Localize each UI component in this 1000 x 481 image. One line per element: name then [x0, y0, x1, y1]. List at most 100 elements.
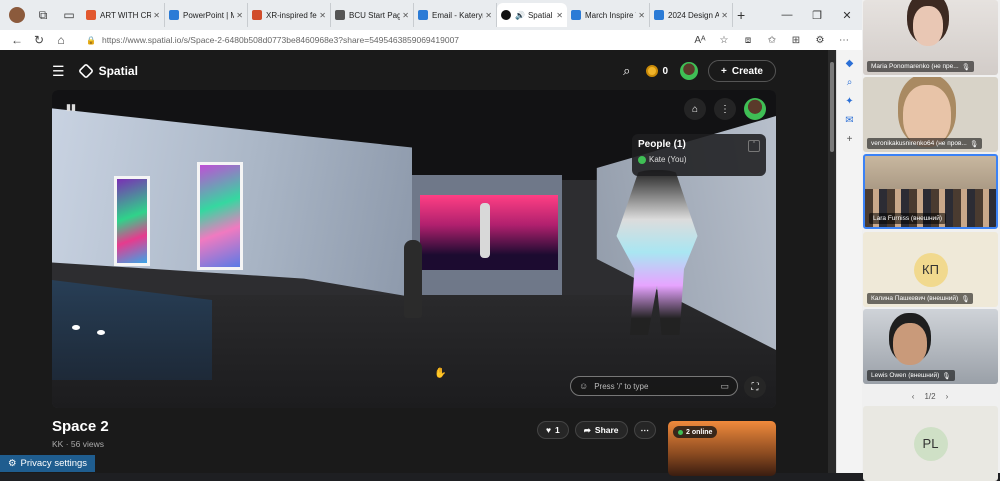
people-list-item[interactable]: Kate (You) — [638, 155, 760, 164]
tab-3[interactable]: BCU Start Page ✕ — [331, 3, 414, 27]
browser-window: ⧉ ▭ ART WITH CREA✕ PowerPoint | Mi✕ XR-i… — [0, 0, 862, 476]
split-screen-icon[interactable]: ⧈ — [736, 35, 760, 46]
participant-initials-avatar: PL — [913, 426, 948, 461]
menu-icon[interactable]: ☰ — [52, 63, 65, 80]
artwork-2 — [197, 162, 243, 270]
copilot-icon[interactable]: ◆ — [837, 58, 862, 69]
maximize-button[interactable]: ❐ — [802, 9, 832, 22]
people-panel: People (1) Kate (You) ˆ — [632, 134, 766, 176]
sidebar-search-icon[interactable]: ⌕ — [837, 77, 862, 88]
people-name: Kate (You) — [649, 155, 687, 164]
spatial-logo-icon — [77, 63, 94, 79]
tab-bar: ⧉ ▭ ART WITH CREA✕ PowerPoint | Mi✕ XR-i… — [0, 0, 862, 30]
edge-sidebar: ◆ ⌕ ✦ ✉ + — [836, 50, 862, 473]
close-button[interactable]: ✕ — [832, 9, 862, 22]
online-badge: 2 online — [673, 426, 718, 438]
participant-name: Lewis Owen (внешний) 🎙 — [867, 370, 955, 381]
3d-viewport[interactable]: ▮▮ ⌂ ⋮ People (1) Kate (You) ˆ ☺ Press '… — [52, 90, 776, 408]
participant-tile[interactable]: PL — [863, 406, 998, 481]
more-options-button[interactable]: ⋯ — [633, 421, 657, 439]
read-aloud-icon[interactable]: Aᴬ — [688, 35, 712, 46]
lock-icon: 🔒 — [86, 35, 96, 45]
spatial-page: ☰ Spatial ⌕ 0 + Create ▮▮ ⌂ ⋮ People (1)… — [0, 50, 836, 476]
fullscreen-icon[interactable]: ⛶ — [744, 376, 766, 398]
tab-2[interactable]: XR-inspired fes ✕ — [248, 3, 331, 27]
privacy-settings-button[interactable]: ⚙ Privacy settings — [0, 455, 96, 472]
heart-icon: ♥ — [546, 425, 552, 435]
artwork-1 — [114, 176, 150, 266]
participant-initials-avatar: КП — [913, 252, 948, 287]
search-icon[interactable]: ⌕ — [623, 63, 630, 79]
online-space-card[interactable]: 2 online — [668, 421, 776, 476]
like-button[interactable]: ♥ 1 — [537, 421, 569, 439]
pager-prev-icon[interactable]: ‹ — [912, 392, 915, 401]
create-button[interactable]: + Create — [708, 60, 776, 82]
like-count: 1 — [555, 425, 560, 435]
emoji-icon[interactable]: ☺ — [579, 381, 588, 391]
chat-send-icon[interactable]: ▭ — [720, 381, 729, 392]
more-icon[interactable]: ⋯ — [832, 35, 856, 46]
collapse-icon[interactable]: ˆ — [748, 140, 760, 152]
privacy-label: Privacy settings — [20, 458, 88, 469]
address-bar: ← ↻ ⌂ 🔒 https://www.spatial.io/s/Space-2… — [0, 30, 862, 50]
tab-4[interactable]: Email - Kateryn ✕ — [414, 3, 497, 27]
avatar-figure-small — [404, 240, 422, 318]
more-vertical-icon[interactable]: ⋮ — [714, 98, 736, 120]
chat-input[interactable]: ☺ Press '/' to type ▭ — [570, 376, 738, 396]
minimize-button[interactable]: — — [772, 9, 802, 21]
page-scrollbar[interactable] — [828, 50, 836, 473]
share-button[interactable]: ➦ Share — [574, 421, 628, 439]
tab-1[interactable]: PowerPoint | Mi ✕ — [165, 3, 248, 27]
participant-tile[interactable]: Maria Ponomarenko (не пре... 🎙 — [863, 0, 998, 75]
share-label: Share — [594, 425, 619, 435]
participant-tile[interactable]: veronikakusnirenko64 (не пров... 🎙 — [863, 77, 998, 152]
tab-0[interactable]: ART WITH CREA✕ — [82, 3, 165, 27]
house-icon[interactable]: ⌂ — [684, 98, 706, 120]
url-field[interactable]: 🔒 https://www.spatial.io/s/Space-2-6480b… — [80, 32, 640, 48]
new-tab-button[interactable]: + — [737, 7, 745, 23]
collections-icon[interactable]: ⊞ — [784, 35, 808, 46]
sidebar-add-icon[interactable]: + — [837, 134, 862, 145]
pager-next-icon[interactable]: › — [946, 392, 949, 401]
participant-tile[interactable]: КП Калина Пашкевич (внешний) 🎙 — [863, 232, 998, 307]
profile-avatar[interactable] — [7, 5, 27, 25]
workspaces-icon[interactable]: ⧉ — [33, 5, 53, 25]
floor-light — [72, 325, 80, 330]
viewport-user-avatar[interactable] — [744, 98, 766, 120]
participant-tile-active[interactable]: Lara Furniss (внешний) — [863, 154, 998, 229]
mic-icon: 🎙 — [961, 63, 970, 71]
stats-icon[interactable]: ▮▮ — [66, 102, 76, 113]
tab-7[interactable]: 2024 Design Ar ✕ — [650, 3, 733, 27]
plus-icon: + — [721, 65, 727, 77]
space-actions: ♥ 1 ➦ Share ⋯ — [537, 421, 657, 439]
video-screen — [420, 195, 558, 270]
address-bar-icons: Aᴬ ☆ ⧈ ✩ ⊞ ⚙ ⋯ — [688, 35, 856, 46]
favorite-icon[interactable]: ☆ — [712, 35, 736, 46]
tab-6[interactable]: March Inspire W✕ — [567, 3, 650, 27]
user-dot-icon — [638, 155, 646, 164]
user-avatar[interactable] — [680, 62, 699, 80]
space-info: Space 2 KK · 56 views ♥ 1 ➦ Share ⋯ 2 on… — [52, 418, 776, 476]
back-icon[interactable]: ← — [6, 33, 28, 47]
online-label: 2 online — [686, 428, 713, 436]
participant-name: Maria Ponomarenko (не пре... 🎙 — [867, 61, 974, 72]
window-controls: — ❐ ✕ — [772, 0, 862, 30]
sidebar-tools-icon[interactable]: ✦ — [837, 96, 862, 107]
url-text: https://www.spatial.io/s/Space-2-6480b50… — [101, 35, 460, 45]
mic-icon: 🎙 — [942, 372, 951, 380]
call-pager: ‹ 1/2 › — [862, 389, 998, 403]
video-call-panel: Maria Ponomarenko (не пре... 🎙 veronikaku… — [862, 0, 1000, 481]
tab-5-active[interactable]: 🔊Spatial - F✕ — [497, 3, 567, 27]
extensions-icon[interactable]: ⚙ — [808, 35, 832, 46]
participant-name: Калина Пашкевич (внешний) 🎙 — [867, 293, 974, 304]
spatial-header: ☰ Spatial ⌕ 0 + Create — [52, 58, 776, 84]
people-title: People (1) — [638, 139, 686, 150]
outlook-icon[interactable]: ✉ — [837, 115, 862, 126]
share-icon: ➦ — [583, 424, 591, 435]
refresh-icon[interactable]: ↻ — [28, 33, 50, 47]
favorites-bar-icon[interactable]: ✩ — [760, 35, 784, 46]
participant-tile[interactable]: Lewis Owen (внешний) 🎙 — [863, 309, 998, 384]
home-icon[interactable]: ⌂ — [50, 33, 72, 47]
tab-actions-icon[interactable]: ▭ — [59, 5, 79, 25]
mic-icon: 🎙 — [969, 140, 979, 148]
